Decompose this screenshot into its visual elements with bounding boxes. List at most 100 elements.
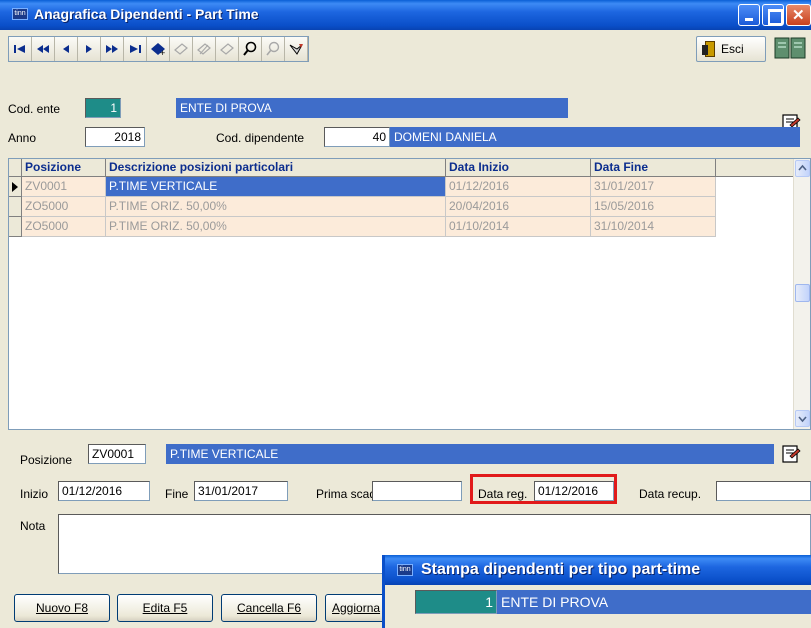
print-detail-icon[interactable] (780, 443, 802, 465)
data-recup-label: Data recup. (639, 487, 702, 501)
fine-field[interactable]: 31/01/2017 (194, 481, 288, 501)
nuovo-button-label: Nuovo F8 (35, 601, 89, 615)
highlight-box (470, 474, 617, 504)
record-navigator: + (8, 36, 309, 62)
exit-door-icon (702, 41, 715, 57)
dialog-title: Stampa dipendenti per tipo part-time (421, 561, 701, 578)
cell-data-fine[interactable]: 15/05/2016 (591, 197, 716, 217)
row-selector[interactable] (9, 217, 22, 237)
last-record-button[interactable] (124, 37, 147, 61)
cell-descrizione[interactable]: P.TIME ORIZ. 50,00% (106, 217, 446, 237)
scroll-down-button[interactable] (795, 410, 810, 427)
cell-descrizione[interactable]: P.TIME VERTICALE (106, 177, 446, 197)
posizione-field[interactable]: ZV0001 (88, 444, 146, 464)
column-header-data-inizio[interactable]: Data Inizio (446, 159, 591, 177)
cell-data-fine[interactable]: 31/01/2017 (591, 177, 716, 197)
table-vertical-scrollbar[interactable] (793, 159, 810, 429)
inizio-label: Inizio (20, 487, 49, 501)
search-next-button[interactable] (262, 37, 285, 61)
toolbar: + Esci (0, 30, 811, 92)
new-record-button[interactable]: + (147, 37, 170, 61)
anno-label: Anno (8, 131, 37, 145)
title-bar[interactable]: tinn Anagrafica Dipendenti - Part Time (0, 0, 811, 30)
next-page-icon (106, 45, 118, 53)
svg-text:+: + (160, 48, 165, 57)
main-window: tinn Anagrafica Dipendenti - Part Time ✕… (0, 0, 811, 628)
edit-alt-button[interactable] (193, 37, 216, 61)
last-icon (130, 45, 141, 53)
delete-disabled-icon (220, 43, 234, 55)
maximize-button[interactable] (762, 4, 784, 26)
column-header-posizione[interactable]: Posizione (22, 159, 106, 177)
dialog-ente-code-field[interactable]: 1 (415, 590, 497, 614)
cod-ente-field[interactable]: 1 (85, 98, 121, 118)
table-row[interactable]: ZO5000 P.TIME ORIZ. 50,00% 01/10/2014 31… (9, 217, 794, 237)
cell-posizione[interactable]: ZV0001 (22, 177, 106, 197)
edita-button[interactable]: Edita F5 (117, 594, 213, 622)
first-icon (14, 45, 25, 53)
prev-record-button[interactable] (55, 37, 78, 61)
inizio-field[interactable]: 01/12/2016 (58, 481, 150, 501)
table-row[interactable]: ZO5000 P.TIME ORIZ. 50,00% 20/04/2016 15… (9, 197, 794, 217)
cell-posizione[interactable]: ZO5000 (22, 197, 106, 217)
cell-posizione[interactable]: ZO5000 (22, 217, 106, 237)
filter-button[interactable] (285, 37, 308, 61)
cod-dipendente-field[interactable]: 40 (324, 127, 390, 147)
minimize-button[interactable] (738, 4, 760, 26)
header-selector-cell (9, 159, 22, 177)
edit-button[interactable] (170, 37, 193, 61)
next-page-button[interactable] (101, 37, 124, 61)
ente-name-display: ENTE DI PROVA (176, 98, 568, 118)
edit-disabled-icon (174, 43, 188, 55)
cell-data-inizio[interactable]: 01/10/2014 (446, 217, 591, 237)
cell-data-inizio[interactable]: 01/12/2016 (446, 177, 591, 197)
search-button[interactable] (239, 37, 262, 61)
help-book-button[interactable] (770, 34, 810, 62)
posizione-label: Posizione (20, 453, 73, 467)
prima-scad-field[interactable] (372, 481, 462, 501)
filter-icon (289, 44, 303, 55)
dialog-app-icon: tinn (397, 564, 413, 576)
chevron-down-icon (798, 416, 807, 423)
delete-button[interactable] (216, 37, 239, 61)
cod-dipendente-label: Cod. dipendente (216, 131, 305, 145)
cancella-button-label: Cancella F6 (236, 601, 302, 615)
window-title: Anagrafica Dipendenti - Part Time (34, 6, 259, 22)
column-header-data-fine[interactable]: Data Fine (591, 159, 716, 177)
scroll-thumb[interactable] (795, 284, 810, 302)
table-row[interactable]: ZV0001 P.TIME VERTICALE 01/12/2016 31/01… (9, 177, 794, 197)
print-dialog: tinn Stampa dipendenti per tipo part-tim… (382, 555, 811, 628)
nuovo-button[interactable]: Nuovo F8 (14, 594, 110, 622)
scroll-up-button[interactable] (795, 160, 810, 177)
row-selector[interactable] (9, 197, 22, 217)
close-button[interactable] (786, 4, 811, 26)
edit-disabled-icon (197, 43, 211, 55)
cod-ente-label: Cod. ente (8, 102, 61, 116)
cell-data-inizio[interactable]: 20/04/2016 (446, 197, 591, 217)
search-disabled-icon (266, 41, 280, 56)
cell-data-fine[interactable]: 31/10/2014 (591, 217, 716, 237)
cell-descrizione[interactable]: P.TIME ORIZ. 50,00% (106, 197, 446, 217)
cancella-button[interactable]: Cancella F6 (221, 594, 317, 622)
column-header-descrizione[interactable]: Descrizione posizioni particolari (106, 159, 446, 177)
posizione-desc-display: P.TIME VERTICALE (166, 444, 774, 464)
current-row-indicator-icon (9, 177, 22, 197)
exit-button[interactable]: Esci (696, 36, 766, 62)
prev-icon (63, 45, 69, 53)
dialog-title-bar[interactable]: tinn Stampa dipendenti per tipo part-tim… (385, 555, 811, 585)
search-icon (243, 41, 257, 56)
data-recup-field[interactable] (716, 481, 811, 501)
positions-table[interactable]: Posizione Descrizione posizioni particol… (8, 158, 811, 430)
anno-field[interactable]: 2018 (85, 127, 145, 147)
nota-label: Nota (20, 519, 46, 533)
exit-button-label: Esci (721, 42, 744, 56)
prev-page-icon (37, 45, 49, 53)
first-record-button[interactable] (9, 37, 32, 61)
prev-page-button[interactable] (32, 37, 55, 61)
aggiorna-button-label: Aggiorna (332, 601, 381, 615)
new-record-icon: + (151, 43, 165, 57)
next-record-button[interactable] (78, 37, 101, 61)
dipendente-name-display: DOMENI DANIELA (390, 127, 800, 147)
edita-button-label: Edita F5 (142, 601, 188, 615)
chevron-up-icon (798, 164, 807, 171)
